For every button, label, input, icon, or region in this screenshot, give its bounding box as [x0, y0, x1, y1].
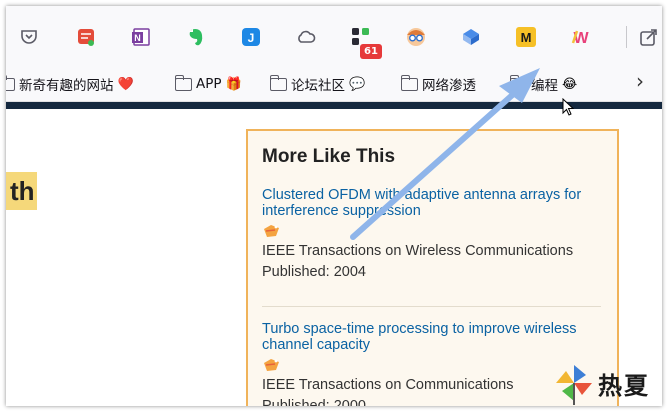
pocket-icon[interactable]: [18, 26, 40, 48]
laughing-face-icon: 😂: [562, 76, 578, 92]
article-title-highlight: th: [6, 172, 37, 210]
watermark: 热夏: [552, 360, 664, 406]
screenshot-frame: N J 61 M W 新奇有趣的网站 ❤️ APP 🎁 论坛社区 💬 网络渗透 …: [6, 6, 662, 406]
related-article: Clustered OFDM with adaptive antenna arr…: [262, 187, 602, 283]
journal-name: IEEE Transactions on Communications: [262, 377, 514, 393]
w-extension-icon[interactable]: W: [570, 26, 592, 48]
onenote-icon[interactable]: N: [130, 26, 152, 48]
panel-title: More Like This: [262, 146, 396, 167]
bookmark-folder-forums[interactable]: 论坛社区 💬: [269, 74, 366, 94]
bookmark-label: 网络渗透: [422, 78, 476, 94]
folder-icon: [174, 74, 192, 91]
bookmark-folder-app[interactable]: APP 🎁: [174, 74, 242, 94]
published-year: Published: 2000: [262, 398, 366, 406]
bookmark-folder-fun-sites[interactable]: 新奇有趣的网站 ❤️: [6, 74, 134, 94]
svg-text:J: J: [248, 31, 255, 45]
pinwheel-logo-icon: [556, 365, 592, 405]
bookmark-label: 编程: [531, 78, 558, 94]
bookmark-label: 论坛社区: [291, 78, 345, 94]
related-article: Turbo space-time processing to improve w…: [262, 321, 602, 406]
gift-icon: 🎁: [225, 76, 242, 92]
folder-icon: [6, 74, 15, 91]
tag-icon: [262, 223, 280, 237]
heart-icon: ❤️: [117, 76, 134, 92]
related-article-link[interactable]: Clustered OFDM with adaptive antenna arr…: [262, 187, 602, 219]
toolbar-divider: [626, 26, 627, 48]
watermark-text: 热夏: [598, 370, 650, 400]
mouse-cursor-icon: [562, 98, 575, 116]
item-divider: [262, 306, 601, 307]
bookmark-folder-pentest[interactable]: 网络渗透: [400, 74, 476, 94]
tag-icon: [262, 357, 280, 371]
related-article-link[interactable]: Turbo space-time processing to improve w…: [262, 321, 602, 353]
speech-bubble-icon: 💬: [349, 76, 366, 92]
cloud-icon[interactable]: [295, 26, 317, 48]
evernote-icon[interactable]: [185, 26, 207, 48]
svg-text:M: M: [521, 30, 532, 45]
share-icon[interactable]: [638, 26, 660, 48]
notification-badge: 61: [360, 44, 382, 59]
folder-icon: [269, 74, 287, 91]
bookmark-folder-programming[interactable]: 编程 😂: [509, 74, 578, 94]
jianguoyun-icon[interactable]: J: [240, 26, 262, 48]
todo-extension-icon[interactable]: [75, 26, 97, 48]
avatar-extension-icon[interactable]: [405, 26, 427, 48]
bookmark-label: 新奇有趣的网站: [19, 78, 114, 94]
folder-icon: [400, 74, 418, 91]
published-year: Published: 2004: [262, 264, 366, 280]
bookmarks-overflow-chevron-icon[interactable]: ›: [636, 66, 648, 96]
journal-name: IEEE Transactions on Wireless Communicat…: [262, 243, 574, 259]
folder-icon: [509, 74, 527, 91]
m-extension-icon[interactable]: M: [515, 26, 537, 48]
bookmark-label: APP: [196, 76, 222, 92]
translate-extension-icon[interactable]: [460, 26, 482, 48]
extensions-toolbar: N J 61 M W: [6, 6, 662, 64]
svg-text:N: N: [134, 33, 141, 43]
bookmarks-bar: 新奇有趣的网站 ❤️ APP 🎁 论坛社区 💬 网络渗透 编程 😂: [6, 64, 662, 102]
